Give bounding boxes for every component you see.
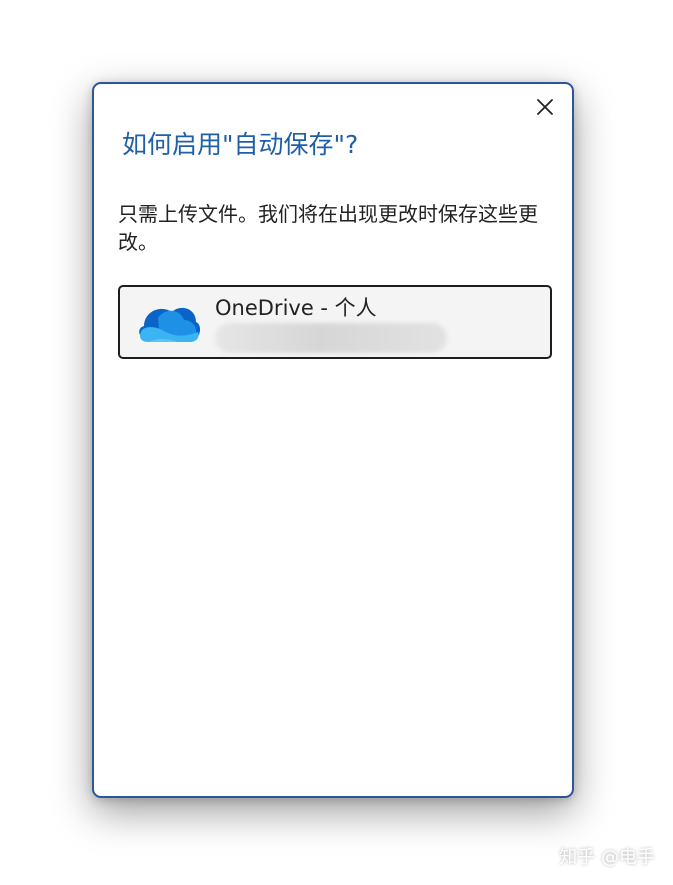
dialog-description: 只需上传文件。我们将在出现更改时保存这些更改。 [118,202,538,254]
account-email-redacted [215,323,447,353]
account-name: OneDrive - 个人 [215,296,377,320]
close-button[interactable] [532,94,558,120]
auto-save-dialog: 如何启用"自动保存"? 只需上传文件。我们将在出现更改时保存这些更改。 OneD… [92,82,574,798]
watermark: 知乎 @电手 [559,847,655,868]
close-icon [537,99,553,115]
dialog-title: 如何启用"自动保存"? [122,130,359,159]
onedrive-account-option[interactable]: OneDrive - 个人 [118,285,552,359]
onedrive-cloud-icon [134,298,202,346]
